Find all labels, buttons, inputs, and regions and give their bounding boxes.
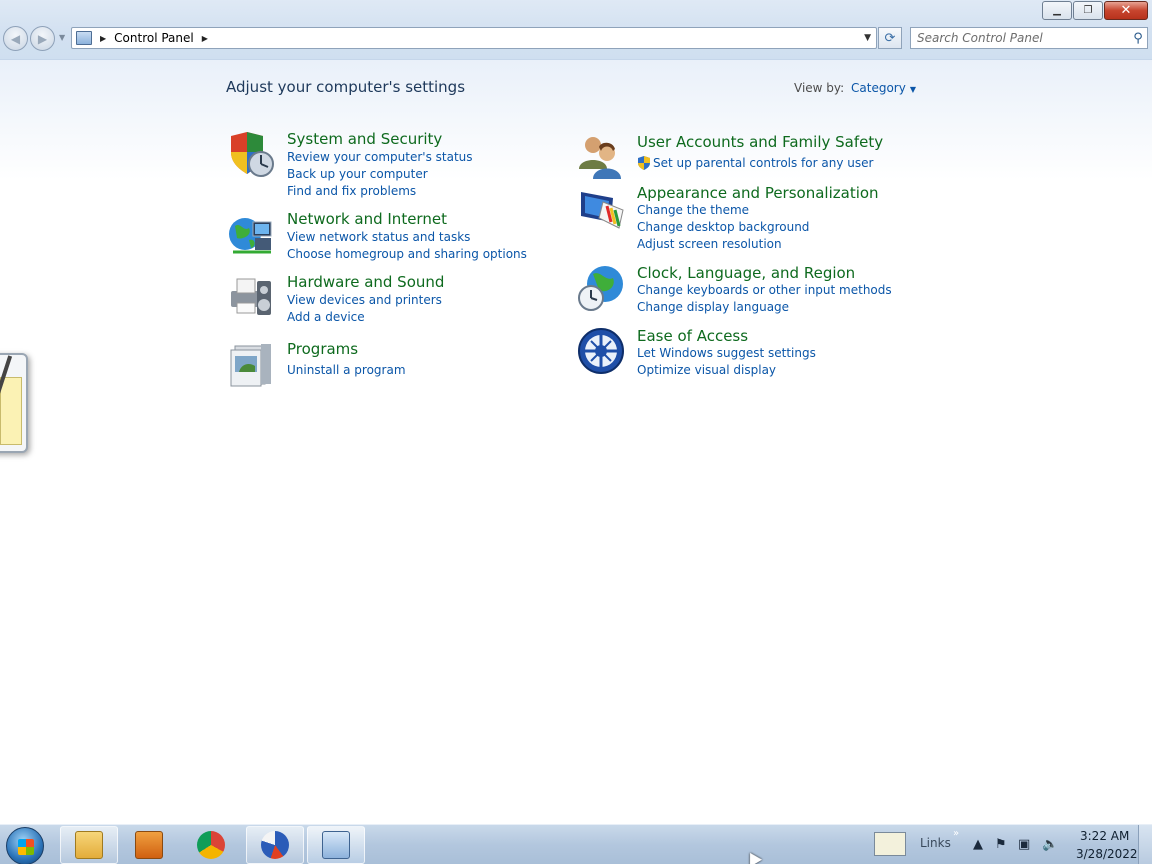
link-uninstall[interactable]: Uninstall a program	[287, 363, 406, 377]
taskbar-app[interactable]	[246, 826, 304, 864]
taskbar-media-player[interactable]	[120, 826, 178, 864]
media-player-icon	[135, 831, 163, 859]
view-by-label: View by:	[794, 81, 845, 95]
category-title-ease-of-access[interactable]: Ease of Access	[637, 327, 748, 345]
window-controls: ▁ ❐ ✕	[1042, 1, 1148, 20]
category-title-appearance[interactable]: Appearance and Personalization	[637, 184, 879, 202]
chrome-icon	[197, 831, 225, 859]
view-by-dropdown[interactable]: Category ▼	[851, 81, 916, 95]
shield-clock-icon[interactable]	[227, 130, 275, 178]
link-screen-resolution[interactable]: Adjust screen resolution	[637, 237, 782, 251]
content-header-background	[0, 60, 1152, 180]
link-keyboards[interactable]: Change keyboards or other input methods	[637, 283, 892, 297]
file-explorer-icon	[75, 831, 103, 859]
search-icon[interactable]: ⚲	[1129, 31, 1147, 46]
view-by-value[interactable]: Category	[851, 81, 906, 95]
tablet-input-gadget[interactable]	[0, 353, 28, 453]
taskbar-control-panel[interactable]	[307, 826, 365, 864]
control-panel-icon	[76, 31, 92, 45]
address-dropdown-icon[interactable]: ▼	[864, 33, 871, 43]
chevron-down-icon[interactable]: ▼	[910, 85, 916, 94]
link-display-language[interactable]: Change display language	[637, 300, 789, 314]
uac-shield-icon	[638, 156, 650, 170]
globe-clock-icon[interactable]	[577, 264, 625, 312]
refresh-icon[interactable]: ⟳	[878, 27, 902, 49]
volume-muted-icon[interactable]: 🔈	[1042, 837, 1058, 852]
link-optimize-display[interactable]: Optimize visual display	[637, 363, 776, 377]
app-icon	[261, 831, 289, 859]
category-title-clock-language[interactable]: Clock, Language, and Region	[637, 264, 855, 282]
link-suggest-settings[interactable]: Let Windows suggest settings	[637, 346, 816, 360]
show-desktop-button[interactable]	[1138, 825, 1152, 864]
show-hidden-icons-icon[interactable]: ▲	[973, 837, 983, 852]
clock-date[interactable]: 3/28/2022	[1076, 847, 1138, 861]
search-box[interactable]: ⚲	[910, 27, 1148, 49]
clock-time[interactable]: 3:22 AM	[1080, 829, 1129, 843]
globe-network-icon[interactable]	[227, 210, 275, 258]
links-toolbar-label[interactable]: Links	[920, 836, 951, 850]
forward-arrow-icon[interactable]: ▶	[30, 26, 55, 51]
programs-icon[interactable]	[227, 340, 275, 388]
users-icon[interactable]	[577, 133, 625, 181]
control-panel-icon	[322, 831, 350, 859]
link-add-device[interactable]: Add a device	[287, 310, 365, 324]
page-title: Adjust your computer's settings	[226, 78, 466, 96]
address-bar[interactable]: ▶ Control Panel ▶ ▼	[71, 27, 877, 49]
note-pad-icon	[0, 377, 22, 445]
category-title-user-accounts[interactable]: User Accounts and Family Safety	[637, 133, 883, 151]
back-arrow-icon[interactable]: ◀	[3, 26, 28, 51]
link-find-fix[interactable]: Find and fix problems	[287, 184, 416, 198]
ease-of-access-icon[interactable]	[577, 327, 625, 375]
link-devices-printers[interactable]: View devices and printers	[287, 293, 442, 307]
link-change-theme[interactable]: Change the theme	[637, 203, 749, 217]
restore-icon[interactable]: ❐	[1073, 1, 1103, 20]
link-review-status[interactable]: Review your computer's status	[287, 150, 473, 164]
category-title-network-internet[interactable]: Network and Internet	[287, 210, 447, 228]
link-back-up[interactable]: Back up your computer	[287, 167, 428, 181]
breadcrumb-chevron-icon[interactable]: ▶	[202, 34, 208, 43]
start-button[interactable]	[6, 827, 44, 864]
tablet-input-panel-icon[interactable]	[874, 832, 906, 856]
recent-pages-dropdown-icon[interactable]: ▼	[59, 33, 65, 42]
link-parental-controls[interactable]: Set up parental controls for any user	[653, 156, 873, 170]
taskbar-file-explorer[interactable]	[60, 826, 118, 864]
breadcrumb-chevron-icon[interactable]: ▶	[100, 34, 106, 43]
links-chevron-icon[interactable]: »	[953, 828, 959, 839]
link-homegroup[interactable]: Choose homegroup and sharing options	[287, 247, 527, 261]
minimize-icon[interactable]: ▁	[1042, 1, 1072, 20]
link-desktop-background[interactable]: Change desktop background	[637, 220, 809, 234]
link-network-status[interactable]: View network status and tasks	[287, 230, 470, 244]
category-title-system-security[interactable]: System and Security	[287, 130, 442, 148]
printer-speaker-icon[interactable]	[227, 273, 275, 321]
category-title-hardware-sound[interactable]: Hardware and Sound	[287, 273, 444, 291]
close-icon[interactable]: ✕	[1104, 1, 1148, 20]
search-input[interactable]	[911, 29, 1129, 47]
action-center-flag-icon[interactable]: ⚑	[995, 837, 1007, 852]
breadcrumb-control-panel[interactable]: Control Panel	[114, 31, 194, 45]
display-brush-icon[interactable]	[577, 184, 625, 232]
taskbar-chrome[interactable]	[182, 826, 240, 864]
category-title-programs[interactable]: Programs	[287, 340, 358, 358]
network-icon[interactable]: ▣	[1018, 837, 1030, 852]
